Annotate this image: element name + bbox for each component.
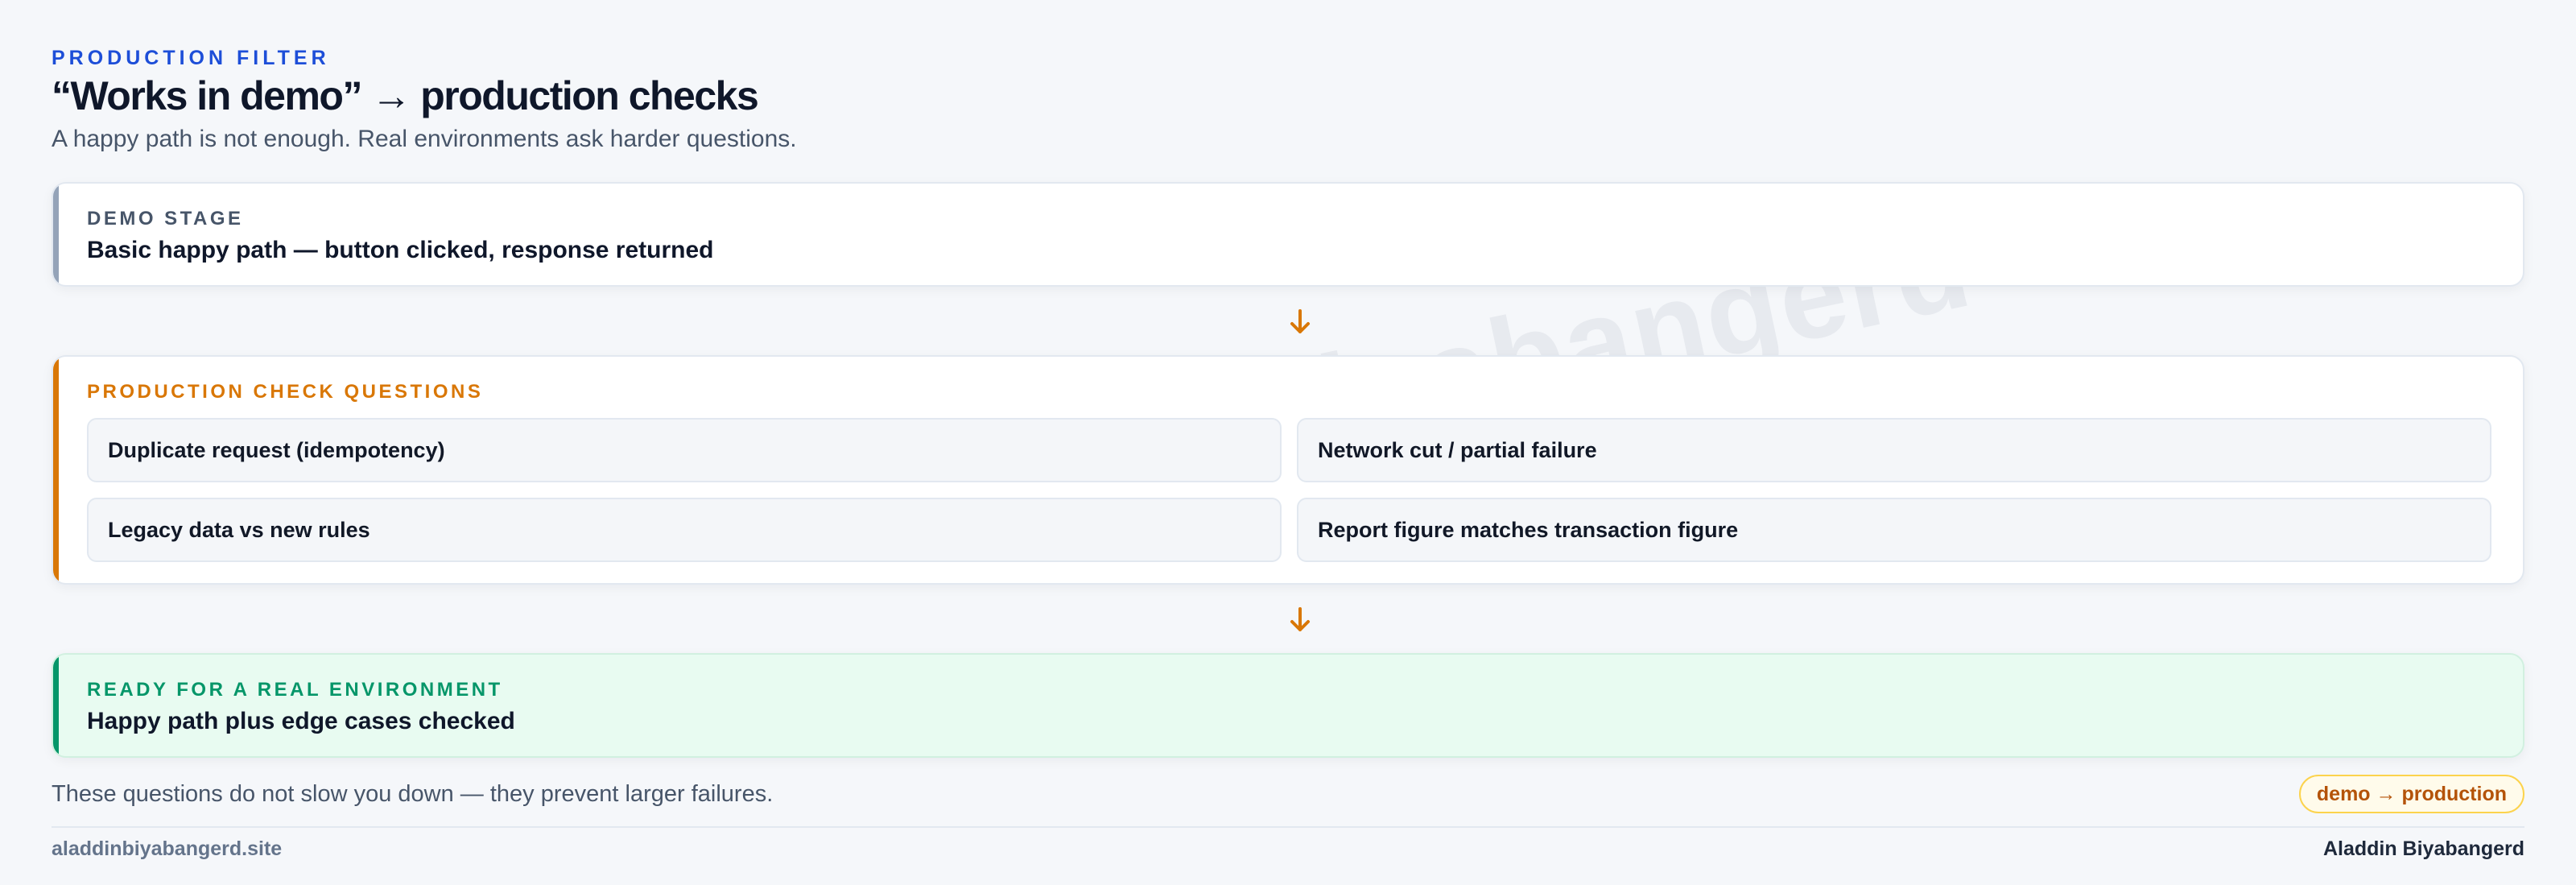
demo-stage-card: DEMO STAGE Basic happy path — button cli… <box>52 182 2524 287</box>
demo-stage-text: Basic happy path — button clicked, respo… <box>87 237 714 263</box>
check-item-idempotency: Duplicate request (idempotency) <box>87 418 1282 482</box>
demo-accent-bar <box>53 184 59 285</box>
ready-accent-bar <box>53 655 59 756</box>
page-title: “Works in demo” → production checks <box>52 73 759 118</box>
author-name: Aladdin Biyabangerd <box>2322 837 2524 860</box>
check-item-report-match: Report figure matches transaction figure <box>1297 498 2491 562</box>
check-item-legacy-data: Legacy data vs new rules <box>87 498 1282 562</box>
check-item-network-failure: Network cut / partial failure <box>1297 418 2491 482</box>
checks-accent-bar <box>53 357 59 583</box>
page-subtitle: A happy path is not enough. Real environ… <box>52 126 797 152</box>
arrow-down-icon <box>1290 607 1310 631</box>
eyebrow: PRODUCTION FILTER <box>52 47 330 69</box>
demo-stage-label: DEMO STAGE <box>87 208 244 230</box>
ready-text: Happy path plus edge cases checked <box>87 708 515 734</box>
page: Aladdin Biyabangerd PRODUCTION FILTER “W… <box>0 0 2576 885</box>
production-checks-card: PRODUCTION CHECK QUESTIONS Duplicate req… <box>52 355 2524 585</box>
production-checks-label: PRODUCTION CHECK QUESTIONS <box>87 381 484 403</box>
ready-card: READY FOR A REAL ENVIRONMENT Happy path … <box>52 653 2524 758</box>
site-link[interactable]: aladdinbiyabangerd.site <box>52 837 282 861</box>
ready-label: READY FOR A REAL ENVIRONMENT <box>87 679 503 701</box>
footnote: These questions do not slow you down — t… <box>52 781 774 807</box>
status-badge: demo → production <box>2298 775 2524 813</box>
arrow-down-icon <box>1290 309 1310 333</box>
footer-divider <box>52 826 2524 828</box>
